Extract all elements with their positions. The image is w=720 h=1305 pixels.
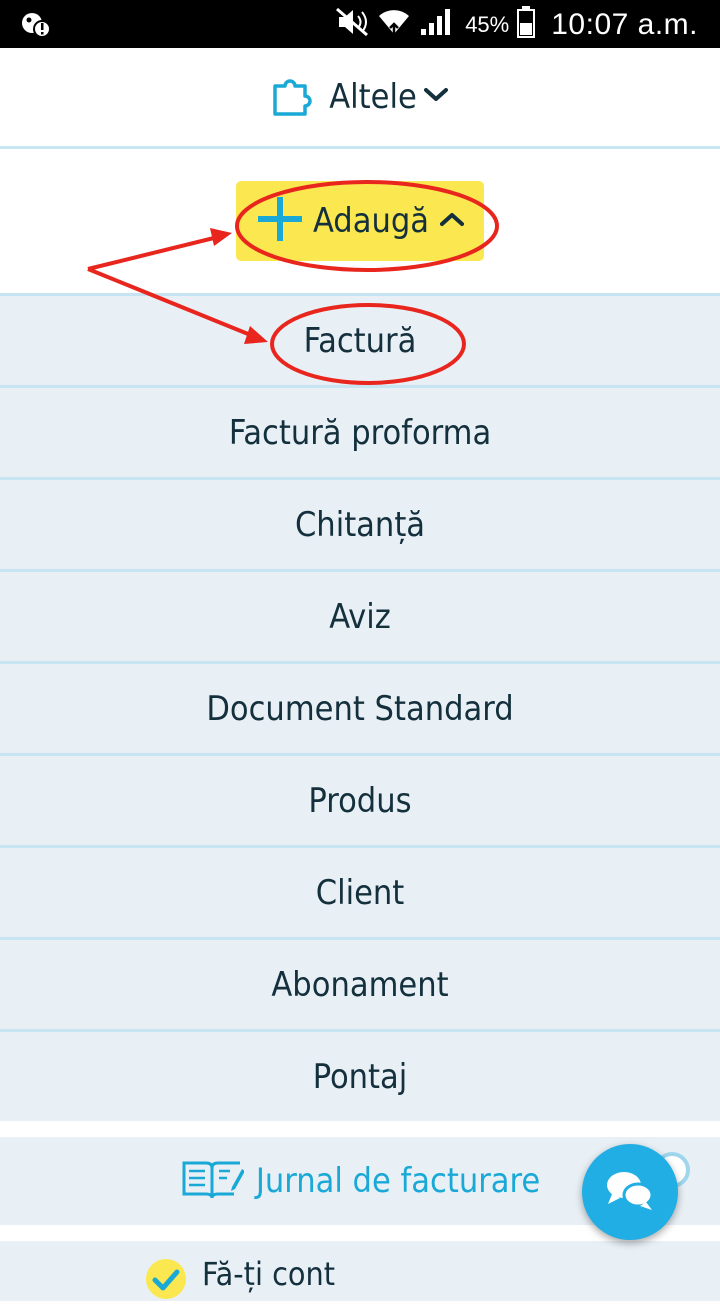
add-button-label: Adaugă bbox=[312, 201, 430, 241]
journal-link-label: Jurnal de facturare bbox=[255, 1161, 541, 1201]
check-circle-icon bbox=[144, 1257, 188, 1305]
puzzle-icon bbox=[271, 74, 321, 120]
menu-item-client[interactable]: Client bbox=[0, 845, 720, 937]
add-menu: Factură Factură proforma Chitanță Aviz D… bbox=[0, 293, 720, 1121]
chat-bubbles-icon bbox=[604, 1168, 656, 1216]
menu-item-document-standard[interactable]: Document Standard bbox=[0, 661, 720, 753]
menu-item-factura[interactable]: Factură bbox=[0, 293, 720, 385]
chat-button[interactable] bbox=[582, 1144, 678, 1240]
status-bar: 45% 10:07 a.m. bbox=[0, 0, 720, 48]
create-account-row[interactable]: Fă-ți cont bbox=[0, 1241, 720, 1301]
wifi-icon bbox=[377, 6, 411, 43]
menu-item-aviz[interactable]: Aviz bbox=[0, 569, 720, 661]
section-title: Altele bbox=[329, 77, 417, 117]
clock: 10:07 a.m. bbox=[551, 7, 698, 41]
battery-icon bbox=[517, 6, 536, 43]
section-gap bbox=[0, 1121, 720, 1137]
section-selector[interactable]: Altele bbox=[0, 48, 720, 146]
battery-percent: 45% bbox=[465, 11, 510, 37]
mute-icon bbox=[335, 7, 369, 42]
book-edit-icon bbox=[180, 1157, 245, 1205]
menu-item-chitanta[interactable]: Chitanță bbox=[0, 477, 720, 569]
chevron-up-icon bbox=[439, 210, 465, 232]
menu-item-pontaj[interactable]: Pontaj bbox=[0, 1029, 720, 1121]
menu-item-produs[interactable]: Produs bbox=[0, 753, 720, 845]
chevron-down-icon bbox=[423, 86, 449, 108]
add-button[interactable]: Adaugă bbox=[236, 181, 484, 261]
menu-item-factura-proforma[interactable]: Factură proforma bbox=[0, 385, 720, 477]
add-section: Adaugă bbox=[0, 149, 720, 293]
notification-icon bbox=[20, 10, 52, 43]
signal-icon bbox=[419, 7, 453, 42]
create-account-label: Fă-ți cont bbox=[202, 1255, 336, 1293]
plus-icon bbox=[255, 194, 305, 248]
menu-item-abonament[interactable]: Abonament bbox=[0, 937, 720, 1029]
